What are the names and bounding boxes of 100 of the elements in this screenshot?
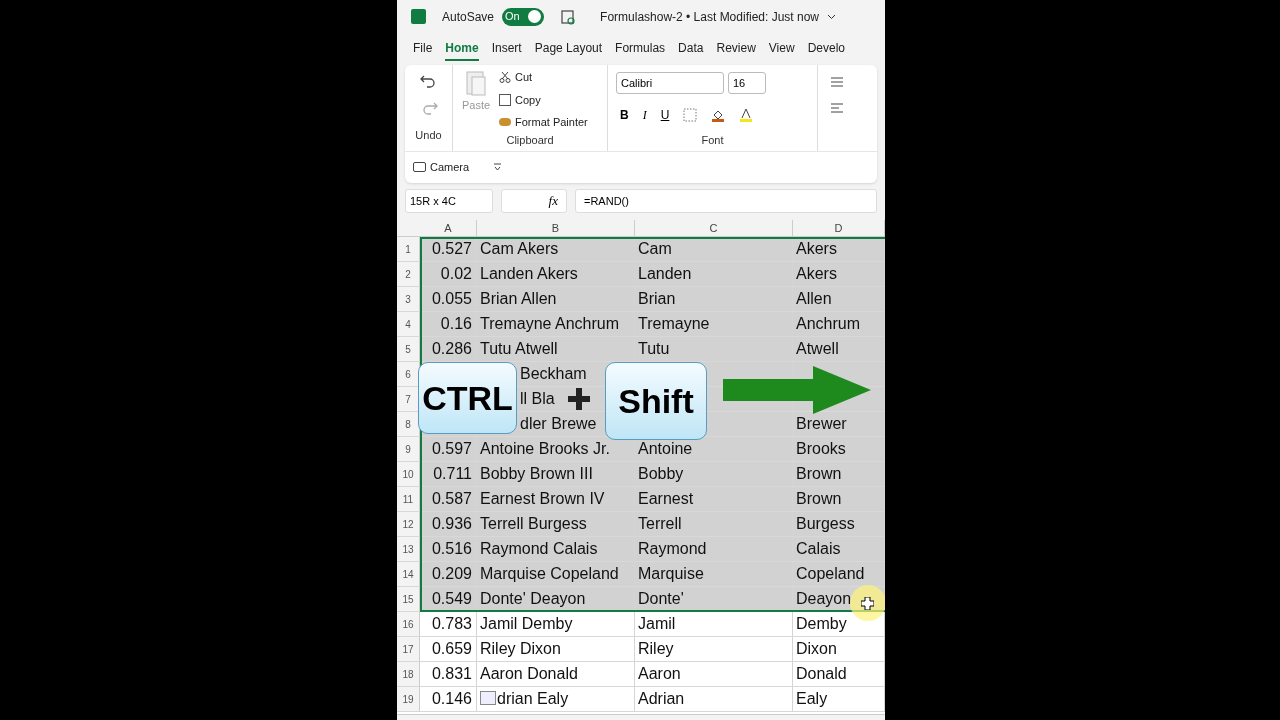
table-cell-text: Bobby — [638, 464, 684, 484]
formula-field[interactable]: =RAND() — [575, 189, 877, 213]
table-cell-text: Terrell Burgess — [480, 514, 587, 534]
font-size-field[interactable]: 16 — [728, 72, 766, 94]
table-cell-text: Bobby Brown III — [480, 464, 593, 484]
table-cell-text: 0.055 — [431, 289, 472, 309]
table-cell-text: ll Bla — [520, 389, 555, 409]
plus-icon — [568, 388, 590, 410]
table-cell-text: 0.597 — [431, 439, 472, 459]
ribbon-tab[interactable]: Page Layout — [534, 39, 603, 61]
row-header[interactable]: 6 — [405, 366, 411, 382]
table-cell-text: 0.02 — [440, 264, 472, 284]
table-cell-text: Cam — [638, 239, 672, 259]
row-header[interactable]: 1 — [405, 241, 411, 257]
table-cell-text: Brown — [796, 464, 842, 484]
copy-button[interactable]: Copy — [499, 91, 588, 108]
table-cell-text: Anchrum — [796, 314, 861, 334]
table-cell-text: 0.711 — [433, 464, 472, 484]
bold-button[interactable]: B — [620, 106, 629, 124]
autosave-toggle[interactable]: On — [502, 7, 545, 26]
scissors-icon — [499, 71, 511, 84]
table-cell-text: 0.146 — [431, 689, 472, 709]
table-cell-text: Aaron Donald — [480, 664, 578, 684]
row-header[interactable]: 3 — [405, 291, 411, 307]
table-cell-text: Akers — [796, 239, 837, 259]
ribbon-tab[interactable]: Formulas — [615, 39, 666, 61]
table-cell-text: Tutu — [638, 339, 670, 359]
row-header[interactable]: 4 — [405, 316, 411, 332]
table-cell-text: Donte' — [638, 589, 684, 609]
cut-button[interactable]: Cut — [499, 69, 588, 86]
table-cell-text: Antoine Brooks Jr. — [480, 439, 610, 459]
document-title[interactable]: Formulashow-2 • Last Modified: Just now — [600, 7, 819, 26]
column-header[interactable]: B — [551, 219, 560, 237]
table-cell-text: Adrian — [638, 689, 685, 709]
table-cell-text: Burgess — [796, 514, 855, 534]
save-icon[interactable] — [560, 8, 577, 25]
table-cell-text: drian Ealy — [497, 689, 569, 709]
arrow-right-icon — [723, 366, 871, 414]
chevron-down-icon[interactable] — [827, 13, 836, 20]
ribbon-tab[interactable]: Data — [678, 39, 704, 61]
table-cell-text: Donte' Deayon — [480, 589, 586, 609]
row-header[interactable]: 9 — [405, 441, 411, 457]
camera-icon — [413, 162, 426, 172]
fx-button[interactable]: fx — [548, 191, 558, 211]
font-color-icon[interactable] — [739, 108, 754, 122]
table-cell-text: Brian — [638, 289, 676, 309]
table-cell-text: Raymond — [638, 539, 707, 559]
fill-color-icon[interactable] — [711, 108, 726, 122]
ribbon-tab[interactable]: Review — [716, 39, 756, 61]
italic-button[interactable]: I — [642, 106, 647, 124]
table-cell-text: 0.527 — [431, 239, 472, 259]
table-cell-text: 0.286 — [431, 339, 472, 359]
table-cell-text: 0.549 — [431, 589, 472, 609]
table-cell-text: Landen — [638, 264, 692, 284]
customize-toolbar-icon[interactable] — [493, 163, 503, 171]
table-cell-text: Demby — [796, 614, 847, 634]
table-cell-text: Cam Akers — [480, 239, 559, 259]
table-cell-text: Marquise — [638, 564, 704, 584]
table-cell-text: Brown — [796, 489, 842, 509]
group-label: Undo — [415, 127, 442, 143]
ribbon-tab[interactable]: Insert — [491, 39, 522, 61]
ribbon-tab[interactable]: View — [768, 39, 795, 61]
shift-key: Shift — [605, 362, 707, 440]
table-cell-text: Calais — [796, 539, 841, 559]
table-cell-text: dler Brewe — [520, 414, 597, 434]
column-header[interactable]: C — [709, 219, 718, 237]
table-cell-text: Riley Dixon — [480, 639, 561, 659]
table-cell-text: Akers — [796, 264, 837, 284]
table-cell-text: Earnest Brown IV — [480, 489, 605, 509]
format-painter-button[interactable]: Format Painter — [499, 114, 588, 131]
table-cell-text: Copeland — [796, 564, 865, 584]
table-cell-text: Allen — [796, 289, 832, 309]
underline-button[interactable]: U — [660, 106, 670, 124]
quick-analysis-icon[interactable] — [480, 691, 496, 705]
ribbon-tab[interactable]: Develo — [807, 39, 845, 61]
table-cell-text: 0.783 — [431, 614, 472, 634]
table-cell-text: Jamil — [638, 614, 676, 634]
ribbon-tab[interactable]: File — [413, 39, 433, 61]
name-box[interactable]: 15R x 4C — [405, 189, 493, 213]
row-header[interactable]: 8 — [405, 416, 411, 432]
align-top-icon[interactable] — [830, 77, 844, 87]
clipboard-icon — [465, 69, 487, 97]
ribbon-tab[interactable]: Home — [445, 39, 479, 61]
align-left-icon[interactable] — [830, 103, 844, 113]
column-header[interactable]: A — [444, 219, 452, 237]
table-cell-text: 0.659 — [431, 639, 472, 659]
table-cell-text: Earnest — [638, 489, 694, 509]
table-cell-text: Donald — [796, 664, 847, 684]
row-header[interactable]: 5 — [405, 341, 411, 357]
table-cell-text: 0.516 — [431, 539, 472, 559]
group-label: Font — [700, 132, 725, 148]
camera-button[interactable]: Camera — [413, 158, 470, 176]
table-cell-text: 0.936 — [431, 514, 472, 534]
table-cell-text: Dixon — [796, 639, 837, 659]
column-header[interactable]: D — [834, 219, 843, 237]
table-cell-text: Landen Akers — [480, 264, 578, 284]
row-header[interactable]: 2 — [405, 266, 411, 282]
table-cell-text: Tremayne Anchrum — [480, 314, 619, 334]
row-header[interactable]: 7 — [405, 391, 411, 407]
font-name-field[interactable]: Calibri — [616, 72, 724, 94]
